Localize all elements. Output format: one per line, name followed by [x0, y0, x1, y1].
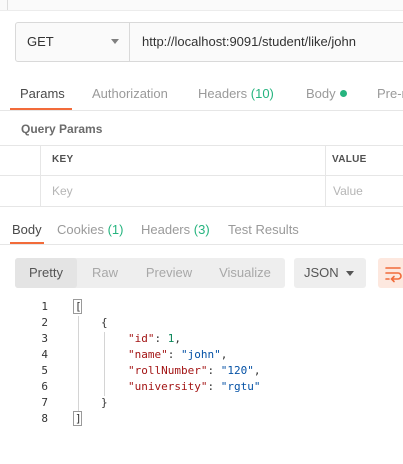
tab-response-headers-label: Headers [141, 222, 191, 237]
json-field: "id": 1, [128, 332, 181, 345]
line-number: 7 [41, 396, 48, 409]
format-label: JSON [304, 265, 339, 280]
response-body-editor[interactable]: 1 2 3 4 5 6 7 8 [ { "id": 1, "name": "jo… [0, 298, 403, 438]
tab-body[interactable]: Body [306, 86, 347, 101]
line-number: 8 [41, 412, 48, 425]
json-field: "name": "john", [128, 348, 228, 361]
json-key: "name" [128, 348, 168, 361]
divider [0, 145, 403, 146]
cookies-count: (1) [107, 222, 124, 237]
line-number: 4 [41, 348, 48, 361]
tab-params[interactable]: Params [20, 86, 65, 101]
view-pretty-button[interactable]: Pretty [15, 258, 77, 288]
json-key: "id" [128, 332, 155, 345]
json-close-bracket: ] [75, 412, 82, 425]
divider [325, 145, 326, 207]
wrap-lines-button[interactable] [378, 258, 403, 288]
json-key: "rollNumber" [128, 364, 208, 377]
value-column-header: VALUE [332, 154, 367, 165]
value-input[interactable]: Value [333, 184, 363, 198]
top-strip [0, 0, 403, 11]
view-visualize-button[interactable]: Visualize [205, 258, 285, 288]
indent-guide [104, 332, 105, 396]
view-raw-button[interactable]: Raw [77, 258, 133, 288]
json-open-bracket: [ [75, 300, 82, 313]
divider [0, 206, 403, 207]
indent-guide [78, 316, 79, 412]
wrap-lines-icon [385, 267, 402, 283]
json-field: "rollNumber": "120", [128, 364, 261, 377]
json-value: "john" [181, 348, 221, 361]
json-value: "rgtu" [220, 380, 261, 393]
tab-test-results[interactable]: Test Results [228, 222, 299, 237]
tab-cookies[interactable]: Cookies (1) [57, 222, 123, 237]
tab-cookies-label: Cookies [57, 222, 104, 237]
tab-authorization[interactable]: Authorization [92, 86, 168, 101]
line-number: 1 [41, 300, 48, 313]
json-open-brace: { [101, 316, 108, 329]
request-tabs: Params Authorization Headers (10) Body P… [0, 78, 403, 111]
format-select[interactable]: JSON [294, 258, 366, 288]
divider [0, 175, 403, 176]
key-input[interactable]: Key [52, 184, 73, 198]
response-headers-count: (3) [193, 222, 210, 237]
tab-response-body[interactable]: Body [12, 222, 42, 237]
active-tab-indicator [10, 108, 72, 110]
view-mode-group: Pretty Raw Preview Visualize [15, 258, 285, 288]
line-number: 2 [41, 316, 48, 329]
chevron-down-icon [346, 271, 354, 276]
json-close-brace: } [101, 396, 108, 409]
query-params-title: Query Params [21, 122, 103, 136]
query-params-table: KEY VALUE Key Value [0, 145, 403, 207]
line-number: 6 [41, 380, 48, 393]
view-preview-button[interactable]: Preview [133, 258, 205, 288]
tab-headers[interactable]: Headers (10) [198, 86, 274, 101]
status-dot-icon [339, 90, 347, 97]
tab-pre-request[interactable]: Pre-r [377, 86, 403, 101]
json-field: "university": "rgtu" [128, 380, 261, 393]
url-input[interactable]: http://localhost:9091/student/like/john [142, 34, 356, 49]
url-bar: GET http://localhost:9091/student/like/j… [15, 22, 403, 62]
line-number: 3 [41, 332, 48, 345]
key-column-header: KEY [52, 154, 74, 165]
method-label: GET [27, 34, 54, 49]
headers-count: (10) [250, 86, 274, 101]
line-number: 5 [41, 364, 48, 377]
tab-response-headers[interactable]: Headers (3) [141, 222, 210, 237]
divider [7, 0, 8, 10]
response-tabs: Body Cookies (1) Headers (3) Test Result… [0, 216, 403, 245]
method-select[interactable]: GET [16, 23, 130, 61]
divider [40, 145, 41, 207]
json-value: "120" [220, 364, 254, 377]
chevron-down-icon [111, 39, 119, 44]
active-tab-indicator [10, 242, 44, 244]
tab-body-label: Body [306, 86, 336, 101]
tab-headers-label: Headers [198, 86, 248, 101]
json-key: "university" [128, 380, 208, 393]
